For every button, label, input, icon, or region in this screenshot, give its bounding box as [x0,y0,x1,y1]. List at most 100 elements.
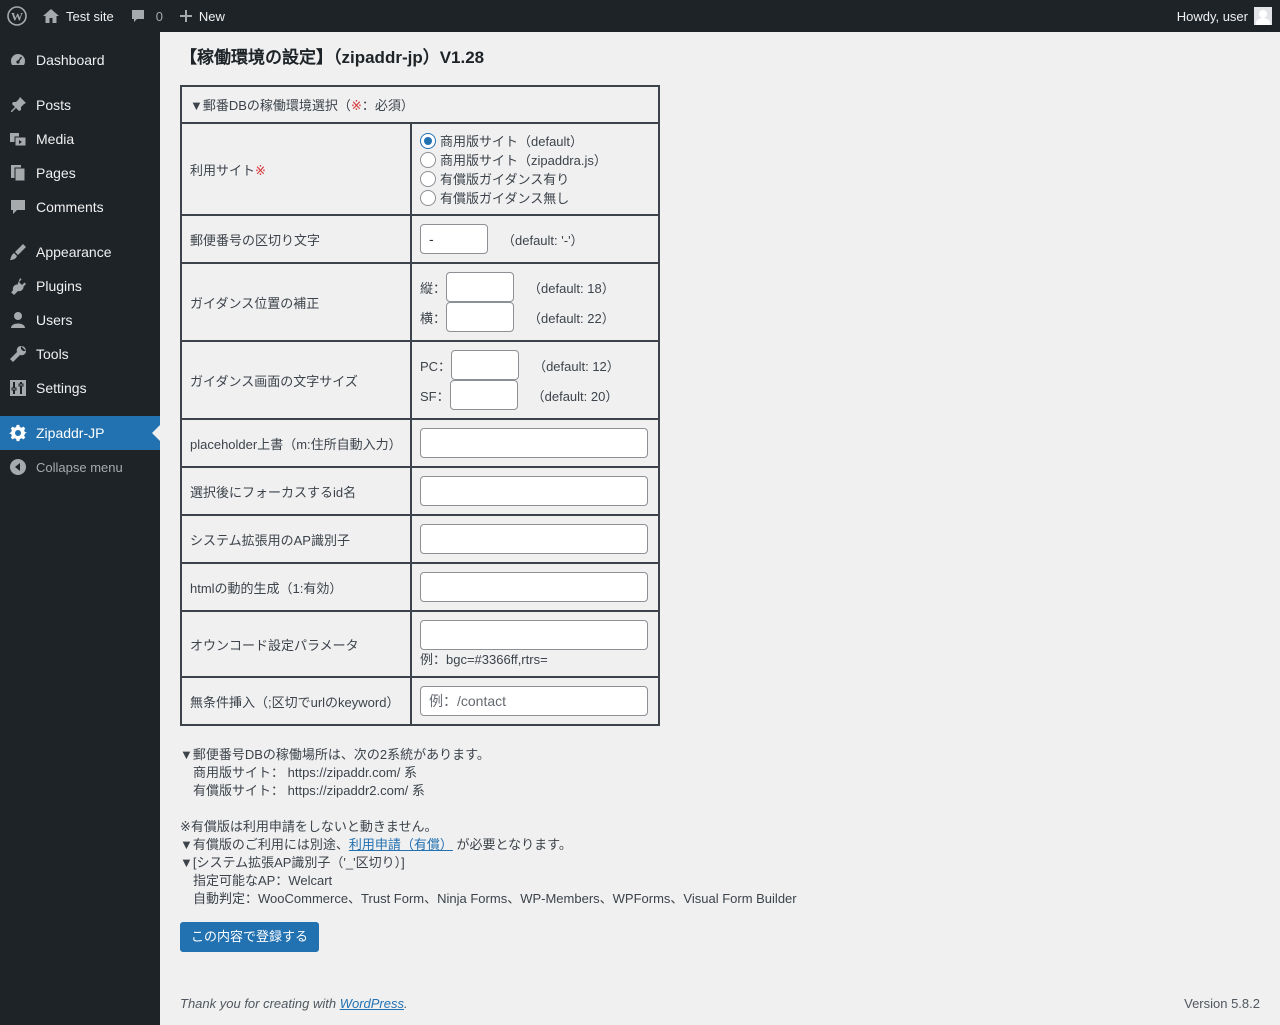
svg-text:W: W [11,10,23,24]
site-option-1[interactable]: 商用版サイト（zipaddra.js） [420,150,650,169]
menu-item-tools[interactable]: Tools [0,337,160,371]
owncode-label: オウンコード設定パラメータ [180,610,412,678]
sf-hint: （default: 20） [531,388,619,404]
menu-item-media[interactable]: Media [0,122,160,156]
comment-icon [8,197,28,217]
guidance-position-label: ガイダンス位置の補正 [180,262,412,342]
site-option-3[interactable]: 有償版ガイダンス無し [420,188,650,207]
plus-icon [179,9,193,23]
settings-table: ▼郵番DBの稼働環境選択（※：必須） 利用サイト※ 商用版サイト（default… [180,85,660,726]
footer-text: Thank you for creating with [180,996,340,1011]
separator-hint: （default: '-'） [502,232,584,248]
html-dynamic-label: htmlの動的生成（1:有効） [180,562,412,612]
wordpress-logo-icon[interactable]: W [0,0,34,32]
html-dynamic-input[interactable] [420,572,648,602]
new-content-link[interactable]: New [171,0,233,32]
placeholder-label: placeholder上書（m:住所自動入力） [180,418,412,468]
radio-commercial-zipaddra[interactable] [420,151,436,168]
owncode-cell: 例：bgc=#3366ff,rtrs= [410,610,660,678]
radio-paid-without-guidance[interactable] [420,189,436,206]
pc-label: PC： [420,358,452,374]
separator-label: 郵便番号の区切り文字 [180,214,412,264]
pc-hint: （default: 12） [533,358,620,374]
focus-id-row: 選択後にフォーカスするid名 [180,466,660,516]
sf-label: SF： [420,388,450,404]
user-icon [8,310,28,330]
greeting: Howdy, user [1176,8,1248,24]
note-line: 有償版サイト： https://zipaddr2.com/ 系 [193,783,425,798]
submit-button[interactable]: この内容で登録する [180,922,320,952]
main-content: 【稼働環境の設定】（zipaddr-jp）V1.28 ▼郵番DBの稼働環境選択（… [180,32,1260,952]
menu-label-tools: Tools [36,346,69,362]
separator-cell: - （default: '-'） [410,214,660,264]
paid-application-link[interactable]: 利用申請（有償） [349,837,453,852]
plug-icon [8,276,28,296]
menu-item-plugins[interactable]: Plugins [0,269,160,303]
owncode-example: 例：bgc=#3366ff,rtrs= [420,652,548,667]
media-icon [8,129,28,149]
section-header: ▼郵番DBの稼働環境選択（※：必須） [180,85,660,124]
ap-identifier-label: システム拡張用のAP識別子 [180,514,412,564]
menu-label-comments: Comments [36,199,104,215]
radio-label: 有償版ガイダンス有り [440,172,570,187]
unconditional-insert-label: 無条件挿入（;区切でurlのkeyword） [180,676,412,726]
site-option-0[interactable]: 商用版サイト（default） [420,131,650,150]
note-line: ▼有償版のご利用には別途、利用申請（有償） が必要となります。 [180,836,1260,854]
note-line: 自動判定：WooCommerce、Trust Form、Ninja Forms、… [193,891,797,906]
menu-item-dashboard[interactable]: Dashboard [0,43,160,77]
footer-thanks: Thank you for creating with WordPress. [180,996,408,1011]
wordpress-link[interactable]: WordPress [340,996,404,1011]
menu-label-dashboard: Dashboard [36,52,105,68]
radio-commercial-default[interactable] [420,132,436,149]
menu-item-pages[interactable]: Pages [0,156,160,190]
site-option-2[interactable]: 有償版ガイダンス有り [420,169,650,188]
collapse-menu-button[interactable]: Collapse menu [0,450,160,484]
placeholder-cell [410,418,660,468]
note-line: ▼[システム拡張AP識別子（'_'区切り）] [180,855,405,870]
owncode-input[interactable] [420,620,648,650]
note-text: ▼有償版のご利用には別途、 [180,837,349,852]
admin-bar: W Test site 0 New Howdy, user [0,0,1280,32]
html-dynamic-cell [410,562,660,612]
menu-item-zipaddr-jp[interactable]: Zipaddr-JP [0,416,160,450]
comments-link[interactable]: 0 [122,0,171,32]
gear-icon [8,423,28,443]
vertical-offset-input[interactable] [446,272,515,302]
menu-item-settings[interactable]: Settings [0,371,160,405]
site-row: 利用サイト※ 商用版サイト（default） 商用版サイト（zipaddra.j… [180,122,660,216]
radio-label: 商用版サイト（zipaddra.js） [440,153,607,168]
menu-item-appearance[interactable]: Appearance [0,235,160,269]
radio-paid-with-guidance[interactable] [420,170,436,187]
font-size-label: ガイダンス画面の文字サイズ [180,340,412,420]
menu-label-plugins: Plugins [36,278,82,294]
comments-count: 0 [155,8,163,24]
settings-icon [8,378,28,398]
menu-item-posts[interactable]: Posts [0,88,160,122]
vertical-label: 縦： [420,280,447,296]
separator-input[interactable]: - [420,224,488,254]
horizontal-offset-input[interactable] [446,302,515,332]
admin-menu: Dashboard Posts Media Pages Comments App… [0,32,160,1025]
brush-icon [8,242,28,262]
my-account-link[interactable]: Howdy, user [1169,0,1280,32]
pin-icon [8,95,28,115]
focus-id-input[interactable] [420,476,648,506]
placeholder-input[interactable] [420,428,648,458]
note-line: 指定可能なAP：Welcart [193,873,333,888]
menu-item-users[interactable]: Users [0,303,160,337]
focus-id-cell [410,466,660,516]
unconditional-insert-cell: 例：/contact [410,676,660,726]
guidance-position-row: ガイダンス位置の補正 縦： （default: 18） 横： （default: 2… [180,262,660,342]
site-name-link[interactable]: Test site [34,0,122,32]
vertical-hint: （default: 18） [528,280,615,296]
menu-item-comments[interactable]: Comments [0,190,160,224]
note-text: が必要となります。 [452,837,572,852]
menu-label-appearance: Appearance [36,244,112,260]
ap-identifier-input[interactable] [420,524,648,554]
html-dynamic-row: htmlの動的生成（1:有効） [180,562,660,612]
sf-font-size-input[interactable] [449,380,518,410]
horizontal-hint: （default: 22） [528,310,615,326]
pc-font-size-input[interactable] [451,350,520,380]
unconditional-insert-input[interactable]: 例：/contact [420,686,648,716]
ap-identifier-row: システム拡張用のAP識別子 [180,514,660,564]
